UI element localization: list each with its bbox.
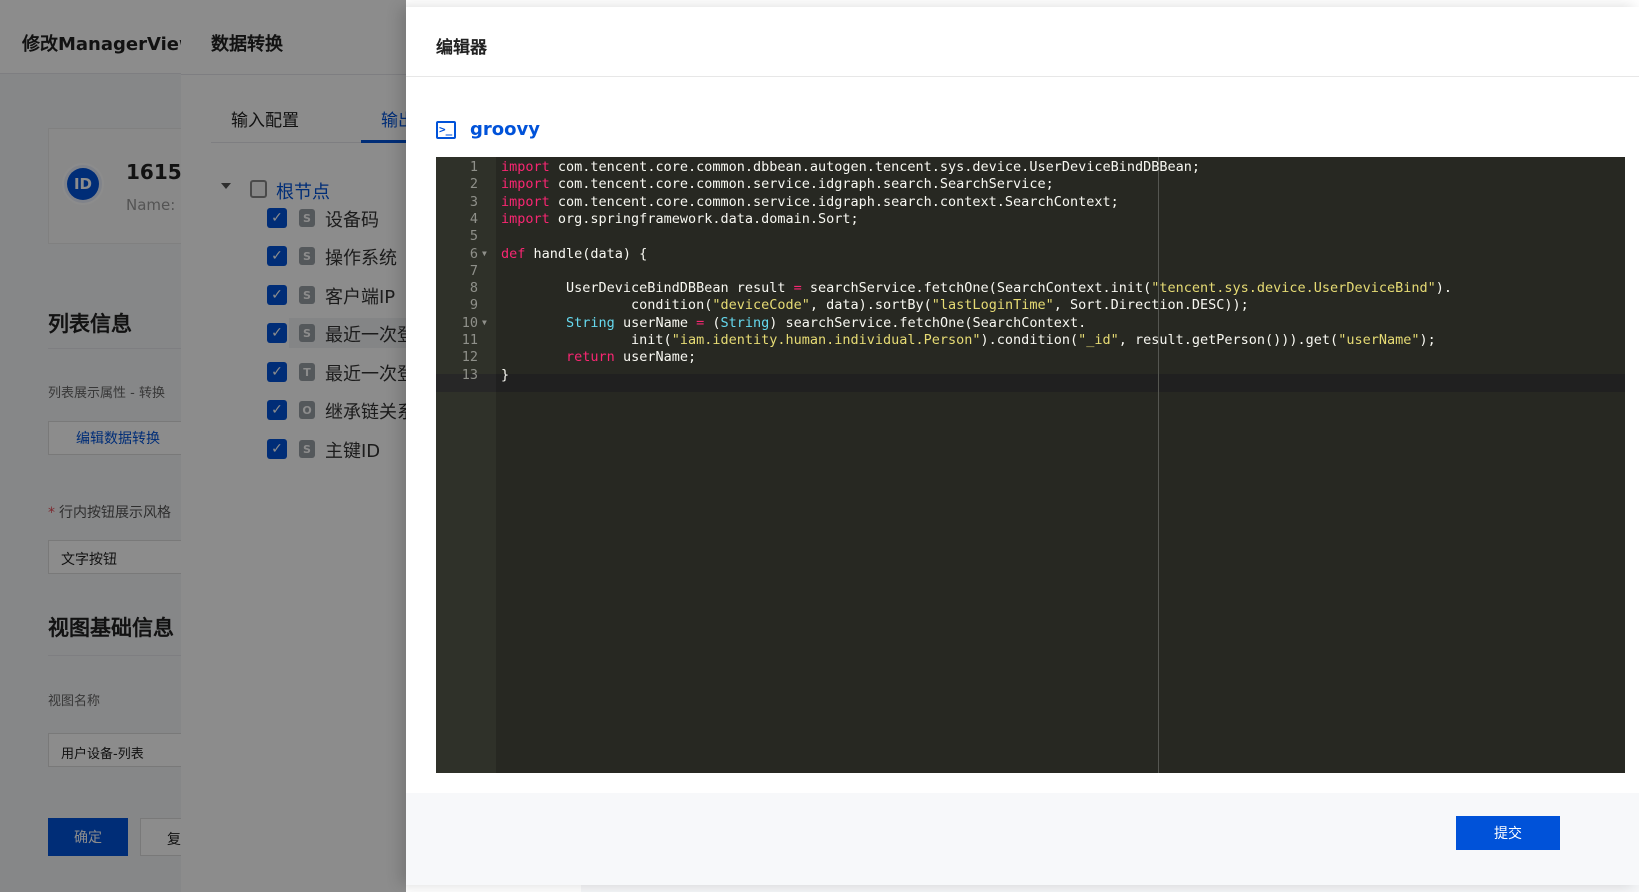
line-number: 3 bbox=[469, 193, 478, 210]
editor-drawer: 编辑器 >_ groovy 1 import com.tencent.core.c… bbox=[406, 7, 1639, 885]
code-line[interactable]: import com.tencent.core.common.dbbean.au… bbox=[501, 158, 1200, 176]
active-line-highlight bbox=[496, 374, 1625, 392]
code-line[interactable]: UserDeviceBindDBBean result = searchServ… bbox=[501, 279, 1452, 297]
submit-button[interactable]: 提交 bbox=[1456, 816, 1560, 850]
code-line[interactable]: init("iam.identity.human.individual.Pers… bbox=[501, 331, 1436, 349]
drawer-title: 编辑器 bbox=[436, 38, 487, 58]
code-line[interactable]: import com.tencent.core.common.service.i… bbox=[501, 193, 1119, 211]
line-number: 8 bbox=[469, 280, 478, 297]
code-line[interactable]: String userName = (String) searchService… bbox=[501, 314, 1086, 332]
line-number: 2 bbox=[469, 176, 478, 193]
code-line[interactable]: condition("deviceCode", data).sortBy("la… bbox=[501, 296, 1249, 314]
fold-toggle-icon[interactable]: ▼ bbox=[482, 245, 487, 263]
line-number: 7 bbox=[469, 262, 478, 279]
line-number: 13 bbox=[461, 366, 478, 383]
language-label: groovy bbox=[470, 119, 540, 140]
print-margin bbox=[1158, 157, 1159, 773]
line-number: 6 bbox=[469, 245, 478, 262]
code-editor[interactable]: 1 import com.tencent.core.common.dbbean.a… bbox=[436, 157, 1625, 773]
line-number: 5 bbox=[469, 228, 478, 245]
divider bbox=[406, 76, 1639, 77]
line-number: 9 bbox=[469, 297, 478, 314]
code-line[interactable]: import org.springframework.data.domain.S… bbox=[501, 210, 859, 228]
code-line[interactable]: import com.tencent.core.common.service.i… bbox=[501, 175, 1054, 193]
fold-toggle-icon[interactable]: ▼ bbox=[482, 314, 487, 332]
code-line[interactable]: return userName; bbox=[501, 348, 696, 366]
code-line[interactable]: } bbox=[501, 366, 509, 384]
modal-overlay-mask[interactable] bbox=[0, 0, 406, 892]
code-line[interactable]: def handle(data) { bbox=[501, 245, 647, 263]
line-number: 10 bbox=[461, 314, 478, 331]
line-number: 11 bbox=[461, 332, 478, 348]
terminal-icon: >_ bbox=[436, 121, 456, 139]
line-number: 12 bbox=[461, 349, 478, 366]
drawer-footer bbox=[406, 793, 1639, 885]
line-number: 1 bbox=[469, 159, 478, 175]
line-number: 4 bbox=[469, 210, 478, 227]
